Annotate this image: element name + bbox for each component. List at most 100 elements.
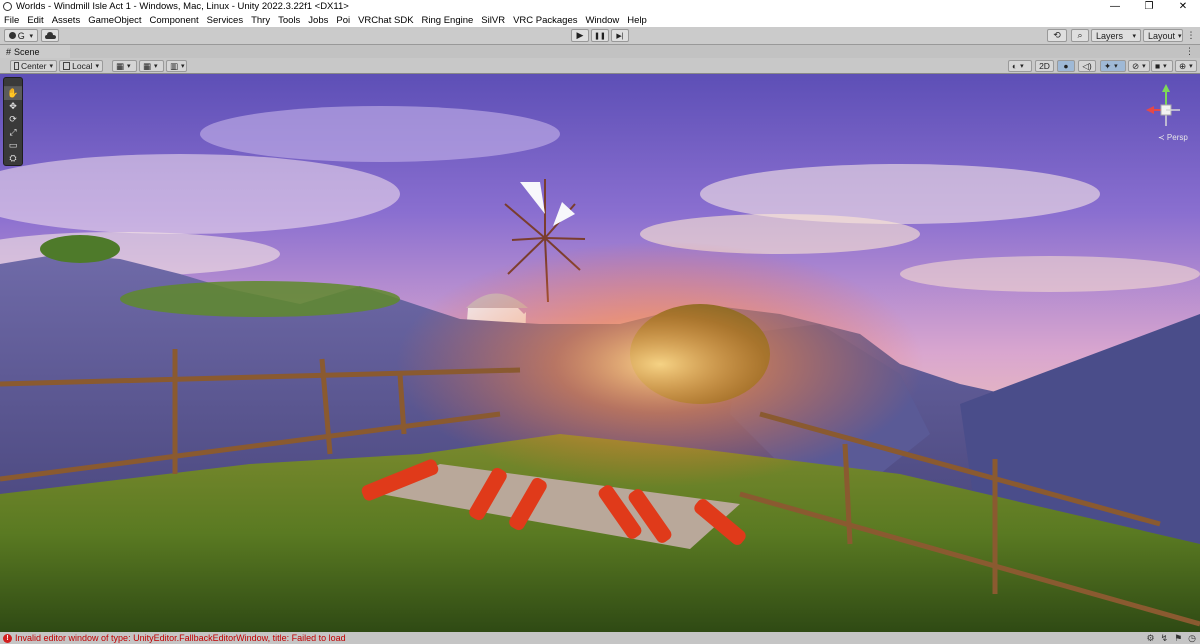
orientation-gizmo[interactable] bbox=[1136, 80, 1196, 140]
search-icon: ⌕ bbox=[1077, 30, 1083, 40]
camera-icon: ■ bbox=[1155, 61, 1161, 71]
rect-tool-button[interactable]: ▭ bbox=[4, 139, 22, 152]
menu-jobs[interactable]: Jobs bbox=[304, 15, 332, 26]
menu-thry[interactable]: Thry bbox=[247, 15, 274, 26]
scene-viewport[interactable] bbox=[0, 74, 1200, 632]
space-label: Local bbox=[72, 61, 93, 71]
tab-menu-icon[interactable]: ⋮ bbox=[1185, 46, 1194, 57]
step-button[interactable]: ▶| bbox=[611, 29, 629, 42]
tool-palette: ✋ ✥ ⟳ ⤢ ▭ ⛭ bbox=[3, 77, 23, 166]
clock-icon[interactable]: ◷ bbox=[1188, 633, 1196, 644]
gizmo-x-arrow-icon[interactable] bbox=[1146, 106, 1154, 114]
toggle-lighting-button[interactable]: ● bbox=[1057, 60, 1075, 72]
transform-icon: ⛭ bbox=[9, 153, 17, 163]
menu-window[interactable]: Window bbox=[581, 15, 623, 26]
rect-icon: ▭ bbox=[8, 140, 18, 150]
chevron-down-icon: ▾ bbox=[49, 63, 53, 70]
status-bar: ! Invalid editor window of type: UnityEd… bbox=[0, 632, 1200, 644]
menu-component[interactable]: Component bbox=[146, 15, 203, 26]
pause-icon: ❚❚ bbox=[594, 32, 606, 40]
layers-dropdown[interactable]: Layers ▾ bbox=[1091, 29, 1141, 42]
menu-bar: File Edit Assets GameObject Component Se… bbox=[0, 13, 1200, 27]
restore-button[interactable]: ❐ bbox=[1132, 0, 1166, 13]
draw-mode-dropdown[interactable]: ◐ ▾ bbox=[1008, 60, 1032, 72]
move-icon: ✥ bbox=[9, 101, 17, 111]
menu-poi[interactable]: Poi bbox=[332, 15, 354, 26]
scale-icon: ⤢ bbox=[9, 127, 17, 137]
step-icon: ▶| bbox=[616, 32, 624, 40]
globe-icon: ⊕ bbox=[1179, 60, 1187, 71]
local-space-icon bbox=[63, 62, 71, 70]
menu-assets[interactable]: Assets bbox=[48, 15, 85, 26]
rotate-tool-button[interactable]: ⟳ bbox=[4, 113, 22, 126]
cloud-button[interactable] bbox=[41, 29, 59, 42]
status-message[interactable]: Invalid editor window of type: UnityEdit… bbox=[15, 633, 346, 643]
window-title: Worlds - Windmill Isle Act 1 - Windows, … bbox=[16, 1, 349, 12]
unity-logo-icon bbox=[3, 2, 12, 11]
settings-icon[interactable]: ⚙ bbox=[1146, 633, 1154, 644]
scene-camera-dropdown[interactable]: ■ ▾ bbox=[1151, 60, 1173, 72]
play-button[interactable]: ▶ bbox=[571, 29, 589, 42]
move-tool-button[interactable]: ✥ bbox=[4, 100, 22, 113]
grid-visibility-dropdown[interactable]: ▥ ▾ bbox=[166, 60, 187, 72]
menu-vrc-packages[interactable]: VRC Packages bbox=[509, 15, 581, 26]
progress-icon[interactable]: ↯ bbox=[1161, 633, 1169, 644]
search-button[interactable]: ⌕ bbox=[1071, 29, 1089, 42]
eye-slash-icon: ⊘ bbox=[1132, 60, 1140, 71]
minimize-button[interactable]: — bbox=[1098, 0, 1132, 13]
account-label: G bbox=[17, 30, 25, 41]
pivot-center-dropdown[interactable]: Center ▾ bbox=[10, 60, 57, 72]
tab-scene[interactable]: # Scene bbox=[0, 45, 70, 58]
menu-silvr[interactable]: SilVR bbox=[477, 15, 509, 26]
snap-increment-dropdown[interactable]: ▦ ▾ bbox=[139, 60, 164, 72]
palette-grip[interactable] bbox=[4, 78, 22, 87]
menu-services[interactable]: Services bbox=[203, 15, 247, 26]
chevron-down-icon: ▾ bbox=[1114, 63, 1118, 70]
window-controls: — ❐ ✕ bbox=[1098, 0, 1200, 13]
space-local-dropdown[interactable]: Local ▾ bbox=[59, 60, 103, 72]
chevron-down-icon: ▾ bbox=[154, 63, 158, 70]
account-dropdown[interactable]: G ▾ bbox=[4, 29, 38, 42]
menu-gameobject[interactable]: GameObject bbox=[84, 15, 145, 26]
gizmos-dropdown[interactable]: ⊕ ▾ bbox=[1175, 60, 1197, 72]
undo-history-button[interactable]: ⟲ bbox=[1047, 29, 1067, 42]
layout-dropdown[interactable]: Layout ▾ bbox=[1143, 29, 1183, 42]
chevron-down-icon: ▾ bbox=[127, 63, 131, 70]
transform-tool-button[interactable]: ⛭ bbox=[4, 152, 22, 165]
status-icons: ⚙ ↯ ⚑ ◷ bbox=[1146, 632, 1196, 644]
perspective-label[interactable]: ≺ Persp bbox=[1158, 133, 1188, 142]
menu-help[interactable]: Help bbox=[623, 15, 651, 26]
pause-button[interactable]: ❚❚ bbox=[591, 29, 609, 42]
menu-vrchat-sdk[interactable]: VRChat SDK bbox=[354, 15, 417, 26]
effects-dropdown[interactable]: ✦ ▾ bbox=[1100, 60, 1126, 72]
error-icon: ! bbox=[3, 633, 12, 643]
network-icon[interactable]: ⚑ bbox=[1174, 633, 1182, 644]
shading-icon: ◐ bbox=[1012, 61, 1018, 71]
scene-toolbar: Center ▾ Local ▾ ▦ ▾ ▦ ▾ ▥ ▾ ◐ ▾ 2D ● ◁) ✦ ▾ … bbox=[0, 58, 1200, 74]
grid-plane-icon: ▥ bbox=[170, 60, 179, 71]
chevron-down-icon: ▾ bbox=[95, 63, 99, 70]
layout-label: Layout bbox=[1148, 30, 1176, 41]
close-button[interactable]: ✕ bbox=[1166, 0, 1200, 13]
toggle-2d-button[interactable]: 2D bbox=[1035, 60, 1054, 72]
scene-visibility-dropdown[interactable]: ⊘ ▾ bbox=[1128, 60, 1150, 72]
scale-tool-button[interactable]: ⤢ bbox=[4, 126, 22, 139]
scene-render bbox=[0, 74, 1200, 632]
layers-label: Layers bbox=[1096, 30, 1124, 41]
menu-tools[interactable]: Tools bbox=[274, 15, 304, 26]
hand-tool-button[interactable]: ✋ bbox=[4, 87, 22, 100]
menu-ring-engine[interactable]: Ring Engine bbox=[418, 15, 478, 26]
chevron-down-icon: ▾ bbox=[1020, 63, 1024, 70]
two-d-label: 2D bbox=[1039, 61, 1050, 71]
grid-snap-dropdown[interactable]: ▦ ▾ bbox=[112, 60, 137, 72]
audio-icon: ◁) bbox=[1082, 60, 1092, 71]
toggle-audio-button[interactable]: ◁) bbox=[1078, 60, 1096, 72]
gizmo-y-arrow-icon[interactable] bbox=[1162, 84, 1170, 92]
menu-file[interactable]: File bbox=[0, 15, 23, 26]
scene-tab-icon: # bbox=[6, 46, 12, 57]
chevron-down-icon: ▾ bbox=[1178, 32, 1182, 40]
menu-edit[interactable]: Edit bbox=[23, 15, 47, 26]
snap-icon: ▦ bbox=[143, 60, 152, 71]
scene-tab-label: Scene bbox=[14, 46, 40, 57]
more-options-button[interactable]: ⋮ bbox=[1185, 29, 1197, 42]
